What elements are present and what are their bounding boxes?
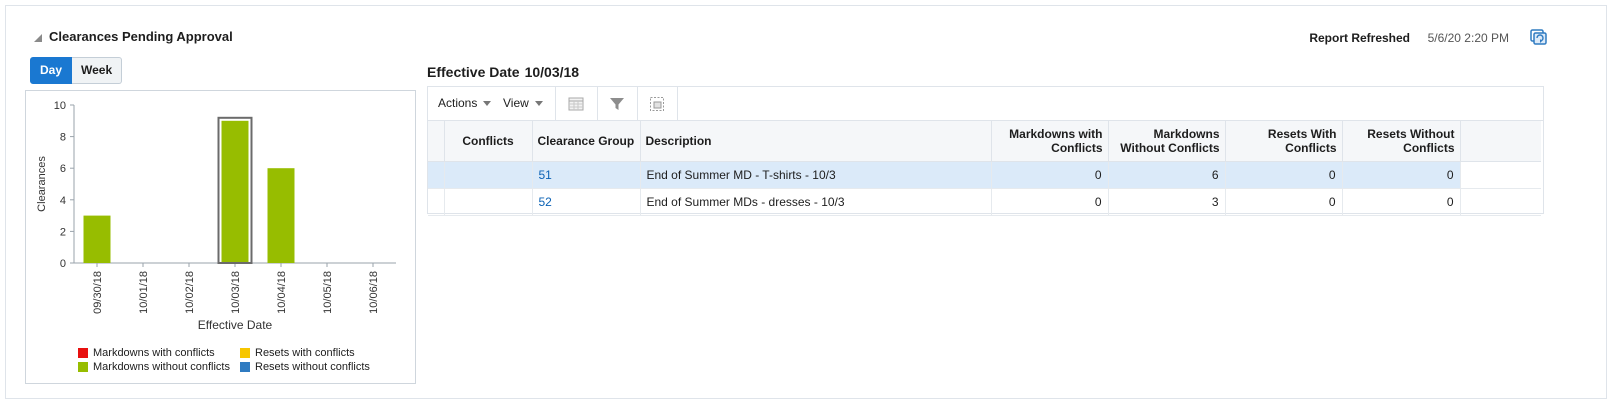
detach-icon[interactable] bbox=[648, 95, 666, 113]
panel-title: Clearances Pending Approval bbox=[49, 29, 233, 44]
y-axis-label: Clearances bbox=[36, 156, 48, 212]
export-spreadsheet-icon[interactable] bbox=[567, 95, 585, 113]
legend-label: Markdowns without conflicts bbox=[93, 361, 230, 373]
cell-markdowns-without-conflicts: 3 bbox=[1108, 188, 1226, 216]
clearances-table: Conflicts Clearance Group Description Ma… bbox=[428, 121, 1541, 216]
column-header-description[interactable]: Description bbox=[640, 121, 992, 162]
day-week-toggle: Day Week bbox=[30, 57, 123, 84]
actions-menu[interactable]: Actions bbox=[438, 96, 492, 110]
header-line: Conflicts bbox=[1285, 140, 1337, 155]
cell-markdowns-without-conflicts: 6 bbox=[1108, 161, 1226, 189]
day-button[interactable]: Day bbox=[30, 57, 73, 84]
x-tick-label: 10/06/18 bbox=[368, 271, 380, 314]
column-header-conflicts[interactable]: Conflicts bbox=[444, 121, 533, 162]
header-line: Markdowns bbox=[1153, 126, 1220, 141]
row-selector[interactable] bbox=[428, 188, 445, 216]
legend-item-markdowns-without-conflicts: Markdowns without conflicts bbox=[78, 361, 230, 373]
header-line: Without Conflicts bbox=[1120, 140, 1220, 155]
cell-description: End of Summer MD - T-shirts - 10/3 bbox=[640, 161, 992, 189]
row-selector-header bbox=[428, 121, 445, 162]
filler-cell bbox=[1460, 161, 1541, 189]
view-menu[interactable]: View bbox=[503, 96, 543, 110]
legend-label: Resets without conflicts bbox=[255, 361, 370, 373]
y-tick-label: 0 bbox=[60, 258, 66, 270]
cell-conflicts bbox=[444, 161, 533, 189]
legend-swatch-blue bbox=[240, 362, 250, 372]
cell-resets-with-conflicts: 0 bbox=[1225, 188, 1343, 216]
filler-cell bbox=[1460, 188, 1541, 216]
collapse-triangle-icon[interactable] bbox=[33, 33, 43, 43]
chart-plot: 0 2 4 6 8 10 Clearances 09/30/18 10/01/18 10/02/1… bbox=[36, 100, 396, 332]
clearance-group-link[interactable]: 51 bbox=[539, 168, 552, 182]
toolbar-divider bbox=[637, 87, 638, 120]
header-line: Conflicts bbox=[1051, 140, 1103, 155]
toolbar-divider bbox=[677, 87, 678, 120]
x-tick-label: 09/30/18 bbox=[92, 271, 104, 314]
clearance-group-link[interactable]: 52 bbox=[539, 195, 552, 209]
cell-clearance-group: 52 bbox=[532, 188, 641, 216]
legend-item-resets-with-conflicts: Resets with conflicts bbox=[240, 347, 355, 359]
cell-resets-without-conflicts: 0 bbox=[1342, 161, 1461, 189]
legend-label: Resets with conflicts bbox=[255, 347, 355, 359]
cell-resets-without-conflicts: 0 bbox=[1342, 188, 1461, 216]
y-tick-label: 8 bbox=[60, 132, 66, 144]
view-caret-icon bbox=[534, 100, 543, 106]
clearances-chart: 0 2 4 6 8 10 Clearances 09/30/18 10/01/18 10/02/1… bbox=[25, 90, 416, 384]
refresh-icon[interactable] bbox=[1528, 28, 1548, 46]
column-header-markdowns-without-conflicts[interactable]: Markdowns Without Conflicts bbox=[1108, 121, 1226, 162]
x-tick-label: 10/02/18 bbox=[184, 271, 196, 314]
cell-conflicts bbox=[444, 188, 533, 216]
legend-item-resets-without-conflicts: Resets without conflicts bbox=[240, 361, 370, 373]
x-tick-label: 10/01/18 bbox=[138, 271, 150, 314]
legend-swatch-red bbox=[78, 348, 88, 358]
actions-caret-icon bbox=[483, 100, 492, 106]
table-header-row: Conflicts Clearance Group Description Ma… bbox=[428, 121, 1541, 162]
header-line: Resets Without bbox=[1367, 126, 1455, 141]
header-line: Resets With bbox=[1267, 126, 1337, 141]
table-row[interactable]: 51 End of Summer MD - T-shirts - 10/3 0 … bbox=[428, 161, 1541, 189]
x-tick-label: 10/05/18 bbox=[322, 271, 334, 314]
week-button[interactable]: Week bbox=[72, 57, 123, 84]
column-header-resets-without-conflicts[interactable]: Resets Without Conflicts bbox=[1342, 121, 1461, 162]
legend-swatch-green bbox=[78, 362, 88, 372]
effective-date-heading: Effective Date 10/03/18 bbox=[427, 64, 579, 80]
cell-resets-with-conflicts: 0 bbox=[1225, 161, 1343, 189]
column-header-resets-with-conflicts[interactable]: Resets With Conflicts bbox=[1225, 121, 1343, 162]
effective-date-label: Effective Date bbox=[427, 64, 520, 80]
bar bbox=[221, 120, 249, 263]
actions-label: Actions bbox=[438, 96, 478, 110]
cell-markdowns-with-conflicts: 0 bbox=[991, 188, 1109, 216]
column-header-markdowns-with-conflicts[interactable]: Markdowns with Conflicts bbox=[991, 121, 1109, 162]
y-tick-label: 6 bbox=[60, 163, 66, 175]
row-selector[interactable] bbox=[428, 161, 445, 189]
table-row[interactable]: 52 End of Summer MDs - dresses - 10/3 0 … bbox=[428, 188, 1541, 216]
y-tick-label: 4 bbox=[60, 195, 66, 207]
y-tick-label: 2 bbox=[60, 226, 66, 238]
legend-swatch-yellow bbox=[240, 348, 250, 358]
cell-clearance-group: 51 bbox=[532, 161, 641, 189]
bar bbox=[267, 168, 295, 263]
table-toolbar: Actions View bbox=[428, 87, 1543, 121]
report-refreshed-time: 5/6/20 2:20 PM bbox=[1427, 31, 1509, 45]
cell-markdowns-with-conflicts: 0 bbox=[991, 161, 1109, 189]
effective-date-value: 10/03/18 bbox=[524, 64, 580, 80]
x-axis-label: Effective Date bbox=[198, 318, 273, 332]
toolbar-divider bbox=[555, 87, 556, 120]
view-label: View bbox=[503, 96, 529, 110]
legend-label: Markdowns with conflicts bbox=[93, 347, 215, 359]
clearances-table-panel: Actions View Conflicts Clearance Group D… bbox=[427, 86, 1544, 216]
column-header-clearance-group[interactable]: Clearance Group bbox=[532, 121, 641, 162]
x-tick-label: 10/03/18 bbox=[230, 271, 242, 314]
report-refreshed-label: Report Refreshed bbox=[1309, 31, 1410, 45]
header-line: Markdowns with bbox=[1009, 126, 1103, 141]
filler-header bbox=[1460, 121, 1541, 162]
x-tick-label: 10/04/18 bbox=[276, 271, 288, 314]
toolbar-divider bbox=[597, 87, 598, 120]
y-tick-label: 10 bbox=[54, 100, 66, 112]
cell-description: End of Summer MDs - dresses - 10/3 bbox=[640, 188, 992, 216]
filter-icon[interactable] bbox=[608, 95, 626, 113]
header-line: Conflicts bbox=[1403, 140, 1455, 155]
legend-item-markdowns-with-conflicts: Markdowns with conflicts bbox=[78, 347, 215, 359]
bar bbox=[83, 215, 111, 263]
